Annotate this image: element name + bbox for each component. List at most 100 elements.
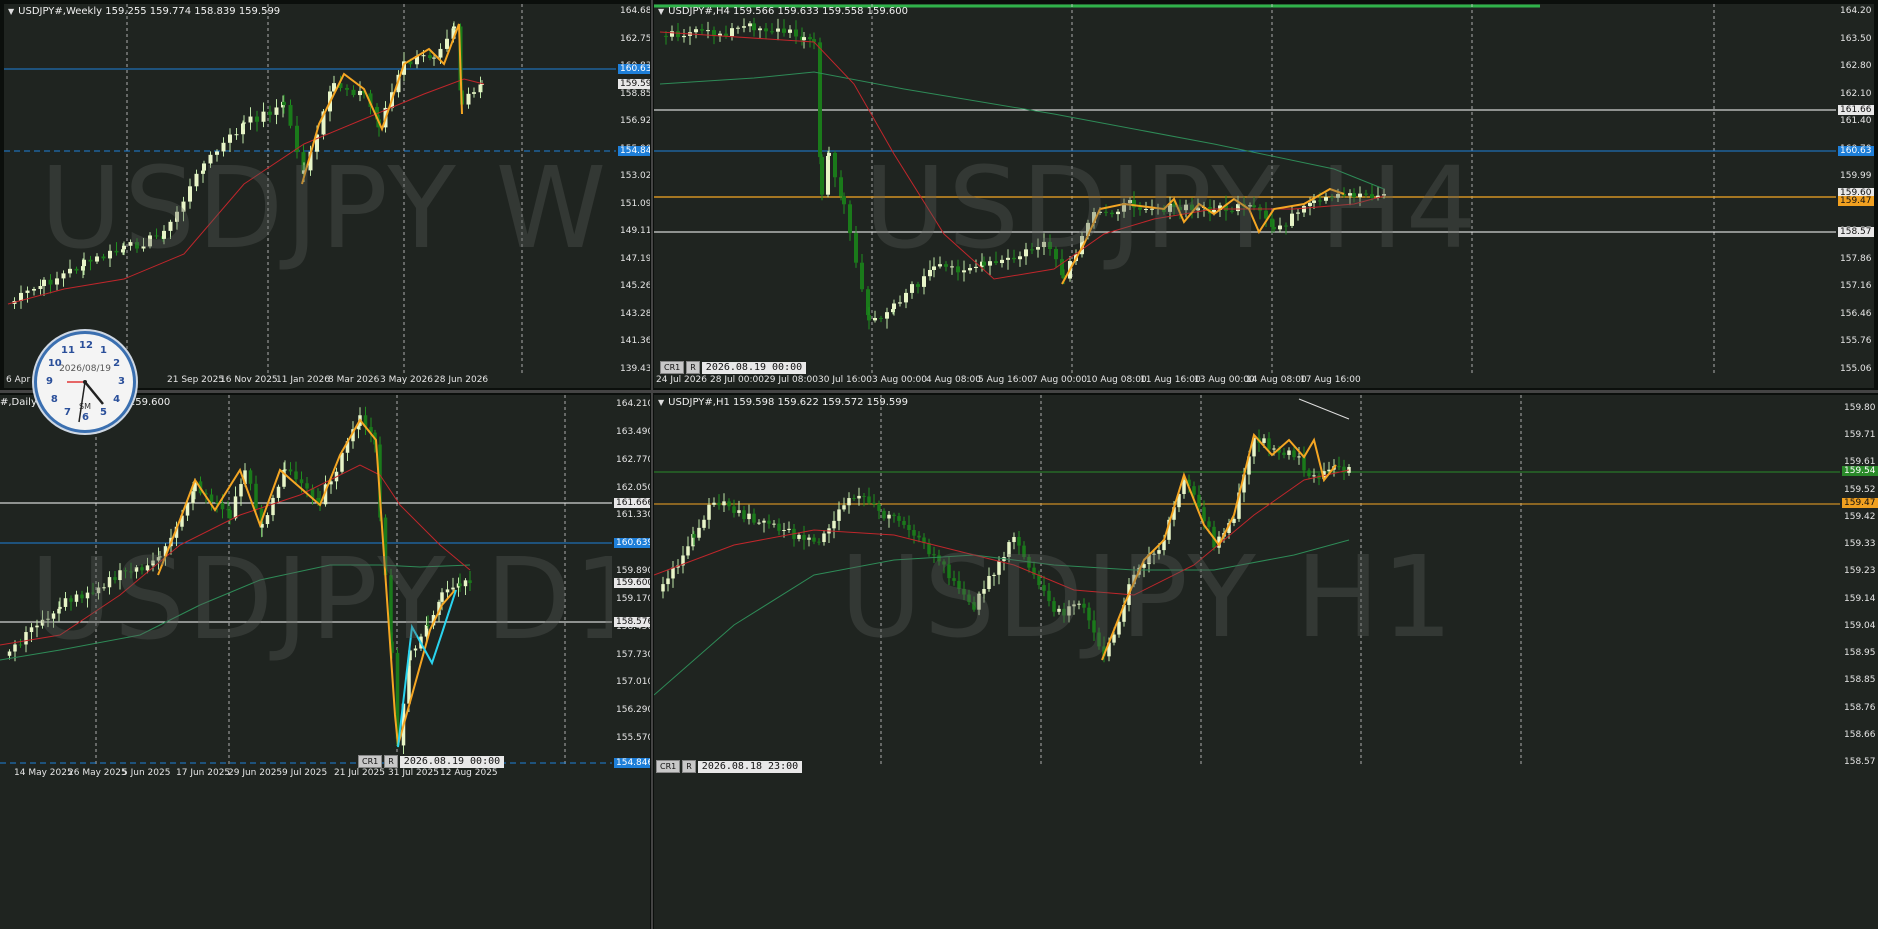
h4-time-axis[interactable]: 24 Jul 2026 28 Jul 00:00 29 Jul 08:00 30 Ju… bbox=[654, 374, 1836, 388]
r-button[interactable]: R bbox=[686, 361, 700, 374]
h1-header-text: USDJPY#,H1 159.598 159.622 159.572 159.5… bbox=[668, 397, 908, 408]
price-tick: 157.16 bbox=[1840, 281, 1872, 292]
r-button[interactable]: R bbox=[682, 760, 696, 773]
h4-price-scale[interactable]: 164.20163.50162.80162.10161.40160.70159.… bbox=[1836, 4, 1874, 388]
collapse-icon[interactable]: ▼ bbox=[8, 7, 14, 16]
price-tick: 155.06 bbox=[1840, 364, 1872, 374]
candle-body bbox=[867, 315, 871, 321]
vertical-divider[interactable] bbox=[651, 0, 653, 929]
candle-body bbox=[904, 292, 908, 303]
candle-body bbox=[788, 29, 792, 33]
candle-body bbox=[802, 37, 806, 41]
candle-body bbox=[351, 89, 356, 96]
h1-time-value[interactable]: 2026.08.18 23:00 bbox=[697, 760, 803, 773]
price-tick: 157.010 bbox=[616, 677, 650, 688]
candle-body bbox=[472, 92, 476, 94]
daily-time-axis[interactable]: 14 May 2025 26 May 2025 5 Jun 2025 17 Jun 2… bbox=[0, 767, 612, 781]
time-tick: 7 Aug 00:00 bbox=[1032, 375, 1087, 385]
trend-line bbox=[1298, 398, 1350, 420]
daily-time-value[interactable]: 2026.08.19 00:00 bbox=[399, 755, 505, 768]
clock-number: 5 bbox=[100, 407, 107, 419]
weekly-price-scale[interactable]: 164.680162.755160.830158.850156.925155.0… bbox=[616, 4, 650, 388]
candle-body bbox=[228, 134, 232, 143]
clock-widget[interactable]: 2026/08/19 SM 12 1 2 3 4 5 6 7 8 9 10 11 bbox=[34, 331, 136, 433]
h4-time-box[interactable]: CR1 R 2026.08.19 00:00 bbox=[660, 361, 807, 374]
candle-body bbox=[220, 503, 225, 510]
h1-time-box[interactable]: CR1 R 2026.08.18 23:00 bbox=[656, 760, 803, 773]
candle-body bbox=[817, 541, 821, 543]
daily-time-box[interactable]: CR1 R 2026.08.19 00:00 bbox=[358, 755, 505, 768]
candle-body bbox=[916, 284, 920, 287]
candle-body bbox=[676, 31, 680, 38]
candle-body bbox=[42, 279, 46, 287]
candle-body bbox=[271, 497, 275, 516]
candle-body bbox=[747, 513, 751, 520]
cr1-button[interactable]: CR1 bbox=[656, 760, 681, 773]
time-tick: 28 Jun 2026 bbox=[434, 375, 489, 385]
candle-body bbox=[18, 644, 23, 646]
price-tick: 159.42 bbox=[1844, 511, 1876, 522]
candle-body bbox=[732, 506, 736, 513]
daily-header-tail: 159.600 bbox=[128, 397, 171, 408]
price-tick: 155.76 bbox=[1840, 336, 1872, 347]
candle-body bbox=[55, 278, 59, 285]
price-tick: 162.10 bbox=[1840, 88, 1872, 99]
candle-body bbox=[452, 26, 456, 29]
price-tick: 164.20 bbox=[1840, 6, 1872, 16]
time-tick: 17 Jun 2025 bbox=[176, 768, 231, 778]
price-tick: 162.80 bbox=[1840, 61, 1872, 72]
candle-body bbox=[1312, 475, 1316, 477]
horizontal-divider[interactable] bbox=[0, 390, 1878, 393]
price-tick: 159.170 bbox=[616, 593, 650, 604]
chart-h4[interactable]: USDJPY H4 ▼ USDJPY#,H4 159.566 159.633 15… bbox=[654, 4, 1874, 388]
candle-body bbox=[682, 35, 686, 38]
candle-body bbox=[670, 31, 674, 37]
price-tag: 160.639 bbox=[618, 64, 650, 74]
candle-body bbox=[7, 651, 12, 656]
daily-price-scale[interactable]: 164.210 163.490 162.770 162.050 161.330 160.6… bbox=[612, 395, 650, 929]
candle-body bbox=[887, 514, 891, 519]
collapse-icon[interactable]: ▼ bbox=[658, 398, 664, 407]
candle-body bbox=[764, 28, 768, 32]
r-button[interactable]: R bbox=[384, 755, 398, 768]
time-tick: 29 Jun 2025 bbox=[228, 768, 283, 778]
candle-body bbox=[294, 471, 298, 480]
candle-body bbox=[777, 523, 781, 531]
cr1-button[interactable]: CR1 bbox=[660, 361, 685, 374]
time-tick: 21 Sep 2025 bbox=[167, 375, 225, 385]
price-tick: 162.755 bbox=[620, 33, 650, 44]
price-tick: 145.265 bbox=[620, 281, 650, 292]
candle-body bbox=[432, 57, 436, 59]
candle-body bbox=[191, 491, 195, 504]
h1-price-scale[interactable]: 159.80 159.71 159.61 159.52 159.42 159.33 159.… bbox=[1840, 395, 1878, 929]
h1-header: ▼ USDJPY#,H1 159.598 159.622 159.572 159.… bbox=[658, 397, 908, 408]
candle-body bbox=[758, 28, 762, 31]
price-tick: 161.330 bbox=[616, 510, 650, 521]
candle-body bbox=[255, 116, 259, 122]
collapse-icon[interactable]: ▼ bbox=[658, 7, 664, 16]
candle-body bbox=[1197, 494, 1201, 508]
candle-body bbox=[770, 31, 774, 33]
price-tick: 141.360 bbox=[620, 336, 650, 347]
cr1-button[interactable]: CR1 bbox=[358, 755, 383, 768]
candle-body bbox=[727, 501, 731, 507]
weekly-watermark: USDJPY W1 bbox=[40, 144, 650, 274]
candle-body bbox=[737, 510, 741, 513]
price-tick: 159.80 bbox=[1844, 403, 1876, 413]
candle-body bbox=[268, 111, 272, 115]
candle-body bbox=[228, 510, 232, 519]
chart-daily[interactable]: USDJPY D1 #,Daily 159.600 164.210 163.490 1… bbox=[0, 395, 650, 929]
candle-body bbox=[873, 317, 877, 321]
h4-time-value[interactable]: 2026.08.19 00:00 bbox=[701, 361, 807, 374]
candle-body bbox=[822, 533, 826, 543]
clock-number: 9 bbox=[46, 376, 53, 387]
price-tick: 139.435 bbox=[620, 364, 650, 374]
price-tick: 158.57 bbox=[1844, 757, 1876, 767]
price-tick: 162.050 bbox=[616, 482, 650, 493]
candle-body bbox=[852, 498, 856, 500]
candle-body bbox=[254, 483, 258, 509]
candle-body bbox=[802, 534, 806, 540]
chart-h1[interactable]: USDJPY H1 ▼ USDJPY#,H1 159.598 159.622 15… bbox=[654, 395, 1878, 929]
chart-weekly[interactable]: USDJPY W1 ▼ USDJPY#,Weekly 159.255 159.77… bbox=[4, 4, 650, 388]
candle-body bbox=[38, 286, 43, 289]
